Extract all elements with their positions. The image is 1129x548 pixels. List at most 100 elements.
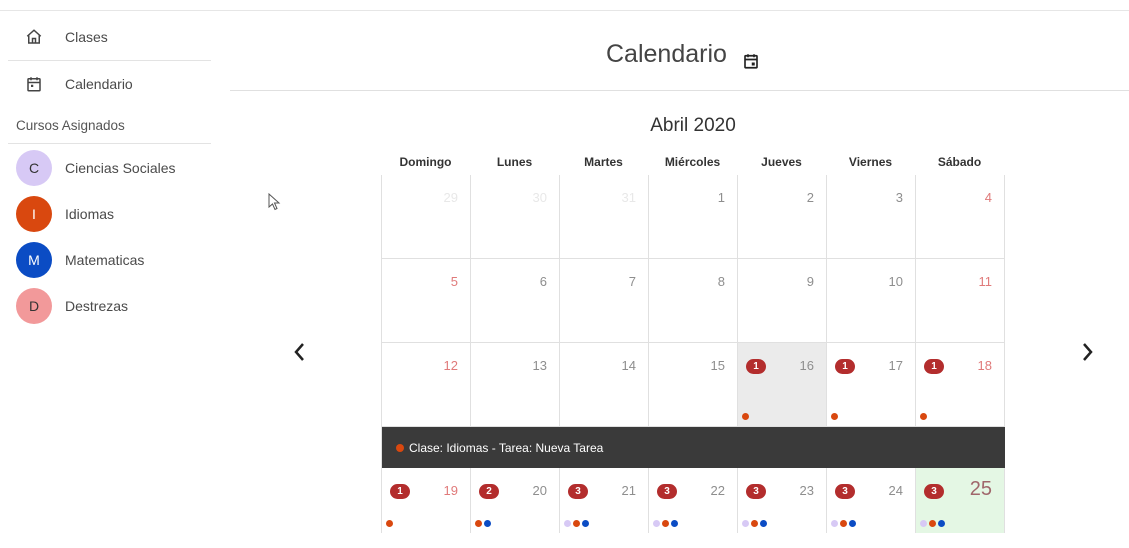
day-number: 1 — [717, 190, 725, 205]
event-count-badge[interactable]: 3 — [657, 484, 677, 499]
event-dot — [573, 520, 580, 527]
event-count-badge[interactable]: 1 — [924, 359, 944, 374]
day-number: 29 — [443, 190, 458, 205]
event-count-badge[interactable]: 3 — [746, 484, 766, 499]
day-cell[interactable]: 2 — [738, 175, 827, 259]
sidebar-item-calendario[interactable]: Calendario — [0, 61, 211, 107]
day-cell[interactable]: 10 — [827, 259, 916, 343]
day-number: 30 — [532, 190, 547, 205]
event-dots — [475, 520, 491, 527]
event-dots — [920, 520, 945, 527]
weekday-label: Domingo — [399, 155, 452, 169]
course-item-destrezas[interactable]: D Destrezas — [0, 282, 211, 328]
day-cell[interactable]: 8 — [649, 259, 738, 343]
day-cell[interactable]: 25 3 — [916, 468, 1005, 533]
day-cell[interactable]: 5 — [382, 259, 471, 343]
day-cell[interactable]: 20 2 — [471, 468, 560, 533]
day-cell[interactable]: 12 — [382, 343, 471, 427]
event-count-badge[interactable]: 3 — [835, 484, 855, 499]
avatar: C — [16, 150, 52, 186]
day-cell[interactable]: 14 — [560, 343, 649, 427]
day-number: 25 — [969, 478, 992, 500]
next-month-button[interactable] — [1077, 340, 1097, 364]
day-cell[interactable]: 7 — [560, 259, 649, 343]
day-number: 31 — [621, 190, 636, 205]
weekday-label: Jueves — [761, 155, 802, 169]
day-number: 18 — [977, 358, 992, 373]
event-dot — [564, 520, 571, 527]
day-number: 20 — [532, 483, 547, 498]
day-number: 19 — [443, 483, 458, 498]
day-number: 24 — [888, 483, 903, 498]
day-cell[interactable]: 31 — [560, 175, 649, 259]
calendar-event-icon — [744, 54, 758, 69]
event-dot — [920, 413, 927, 420]
day-cell[interactable]: 19 1 — [382, 468, 471, 533]
day-cell[interactable]: 16 1 — [738, 343, 827, 427]
top-divider — [0, 10, 1129, 11]
event-dot — [920, 520, 927, 527]
event-count-badge[interactable]: 3 — [568, 484, 588, 499]
event-detail-text: Clase: Idiomas - Tarea: Nueva Tarea — [409, 440, 604, 455]
day-cell[interactable]: 6 — [471, 259, 560, 343]
event-dots — [742, 413, 749, 420]
event-dots — [564, 520, 589, 527]
day-cell[interactable]: 23 3 — [738, 468, 827, 533]
day-number: 22 — [710, 483, 725, 498]
day-number: 16 — [799, 358, 814, 373]
course-item-matematicas[interactable]: M Matematicas — [0, 236, 211, 282]
day-number: 12 — [443, 358, 458, 373]
day-number: 6 — [539, 274, 547, 289]
course-item-ciencias-sociales[interactable]: C Ciencias Sociales — [0, 144, 211, 190]
event-count-badge[interactable]: 1 — [390, 484, 410, 499]
event-dot — [938, 520, 945, 527]
calendar-icon — [27, 77, 41, 92]
day-cell[interactable]: 4 — [916, 175, 1005, 259]
sidebar-item-label: Calendario — [65, 76, 133, 92]
avatar: I — [16, 196, 52, 232]
weekday-label: Miércoles — [664, 155, 721, 169]
event-dot — [831, 413, 838, 420]
day-cell[interactable]: 24 3 — [827, 468, 916, 533]
sidebar: Clases Calendario Cursos Asignados C Cie… — [0, 14, 211, 328]
day-cell[interactable]: 29 — [382, 175, 471, 259]
day-cell[interactable]: 22 3 — [649, 468, 738, 533]
event-dot — [484, 520, 491, 527]
event-dots — [920, 413, 927, 420]
day-cell[interactable]: 9 — [738, 259, 827, 343]
day-cell[interactable]: 1 — [649, 175, 738, 259]
sidebar-item-clases[interactable]: Clases — [0, 14, 211, 60]
month-title: Abril 2020 — [650, 115, 736, 136]
day-cell[interactable]: 30 — [471, 175, 560, 259]
day-cell[interactable]: 13 — [471, 343, 560, 427]
calendar-week: 12 13 14 15 16 1 17 1 18 1 — [382, 343, 1005, 427]
event-dots — [831, 520, 856, 527]
day-cell[interactable]: 11 — [916, 259, 1005, 343]
day-cell[interactable]: 17 1 — [827, 343, 916, 427]
day-cell[interactable]: 15 — [649, 343, 738, 427]
event-count-badge[interactable]: 1 — [835, 359, 855, 374]
home-icon — [26, 29, 42, 44]
previous-month-button[interactable] — [290, 340, 310, 364]
day-number: 21 — [621, 483, 636, 498]
day-number: 11 — [978, 274, 993, 289]
day-cell[interactable]: 3 — [827, 175, 916, 259]
weekday-label: Viernes — [848, 155, 893, 169]
calendar-week: 29 30 31 1 2 3 4 — [382, 175, 1005, 259]
event-detail-bar[interactable]: Clase: Idiomas - Tarea: Nueva Tarea — [382, 427, 1005, 468]
calendar-grid: 29 30 31 1 2 3 4 5 6 7 8 9 10 11 12 13 14 15 16 1 17 1 18 1 Clas… — [381, 175, 1005, 533]
event-dots — [831, 413, 838, 420]
course-name: Ciencias Sociales — [65, 160, 176, 176]
event-count-badge[interactable]: 2 — [479, 484, 499, 499]
event-count-badge[interactable]: 1 — [746, 359, 766, 374]
day-cell[interactable]: 18 1 — [916, 343, 1005, 427]
event-dot — [671, 520, 678, 527]
course-item-idiomas[interactable]: I Idiomas — [0, 190, 211, 236]
day-cell[interactable]: 21 3 — [560, 468, 649, 533]
day-number: 9 — [806, 274, 814, 289]
event-count-badge[interactable]: 3 — [924, 484, 944, 499]
section-label-text: Cursos Asignados — [16, 118, 125, 133]
avatar: M — [16, 242, 52, 278]
day-number: 7 — [628, 274, 636, 289]
event-dot — [653, 520, 660, 527]
